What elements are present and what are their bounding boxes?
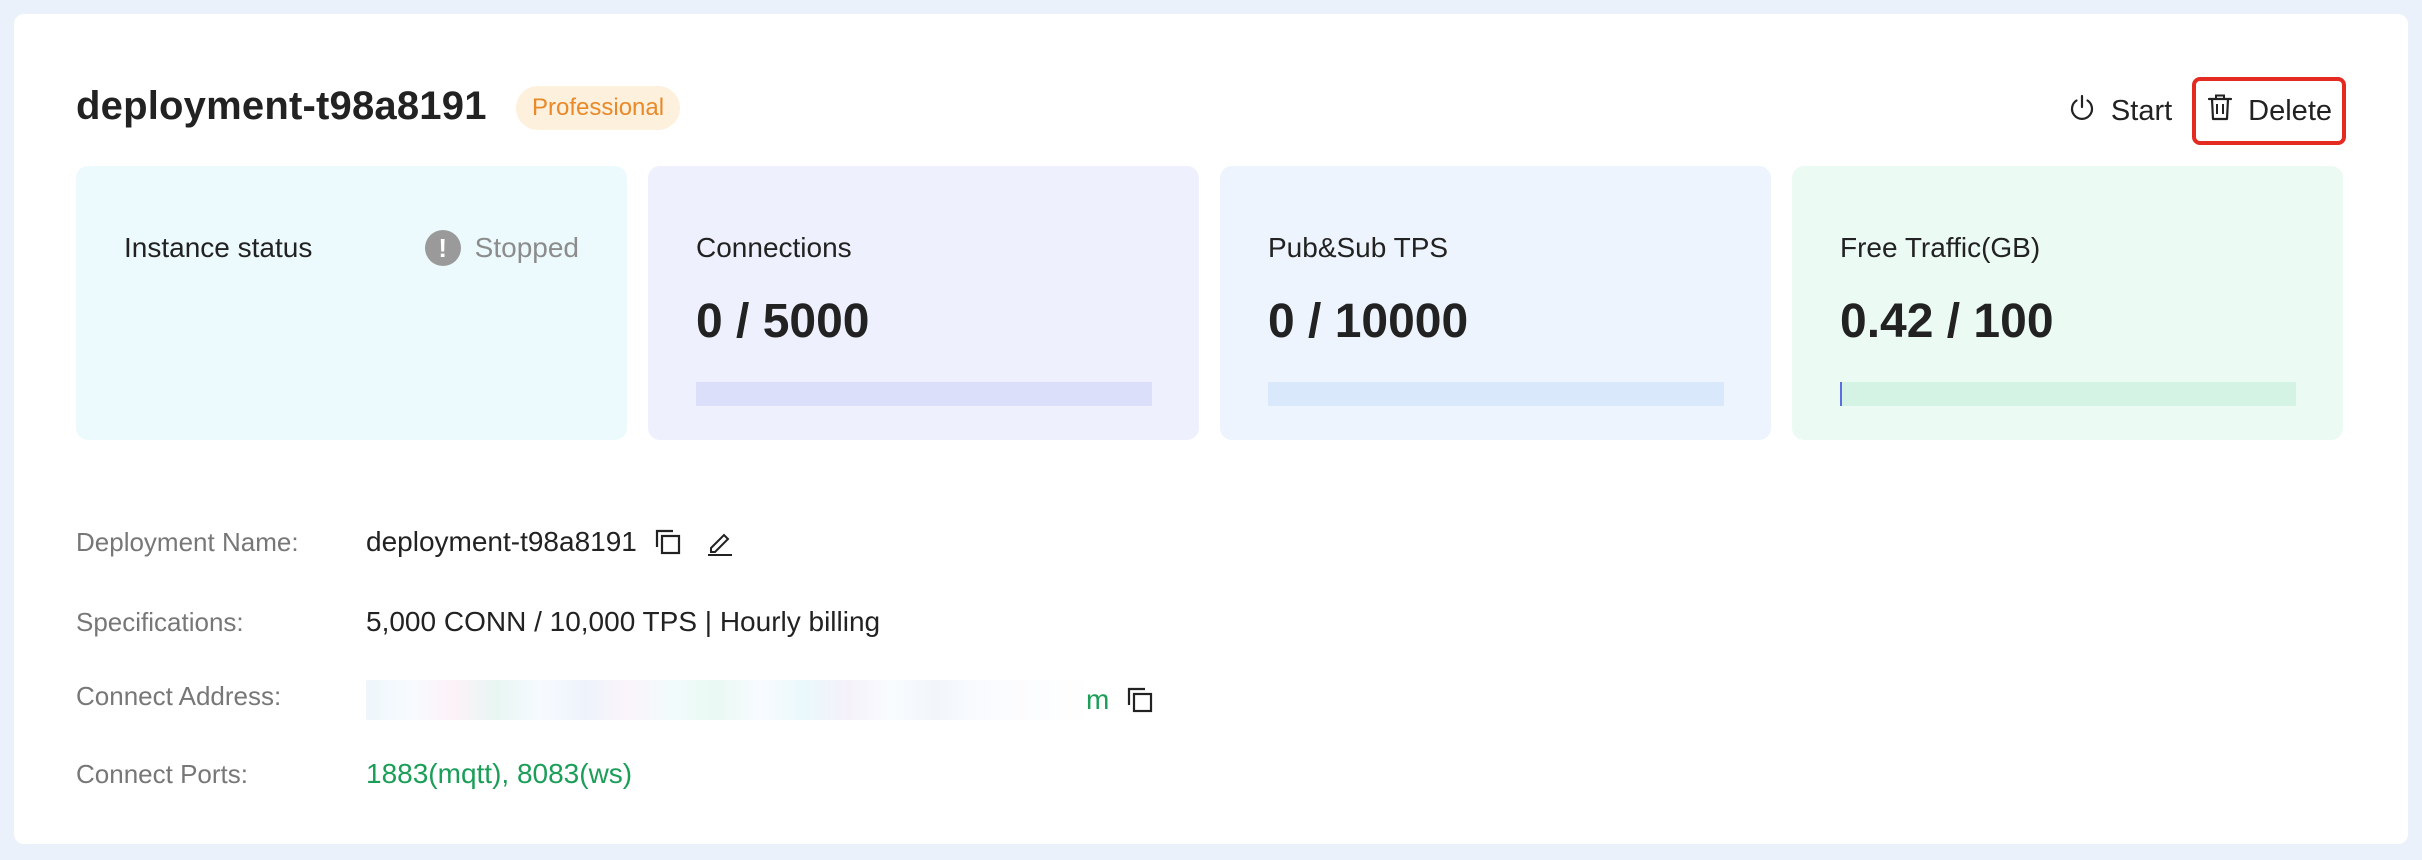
- metrics-cards: Instance status ! Stopped Connections 0 …: [76, 166, 2344, 454]
- specifications-value: 5,000 CONN / 10,000 TPS | Hourly billing: [366, 606, 881, 637]
- tps-label: Pub&Sub TPS: [1268, 232, 1449, 263]
- deployment-header: deployment-t98a8191 Professional Start D…: [76, 76, 2346, 146]
- traffic-progress-fill: [1840, 382, 1842, 406]
- status-indicator: ! Stopped: [424, 230, 579, 266]
- traffic-value: 0.42 / 100: [1840, 295, 2054, 348]
- power-icon: [2067, 92, 2111, 130]
- connect-ports-value: 1883(mqtt), 8083(ws): [366, 758, 633, 789]
- tps-value: 0 / 10000: [1268, 295, 1469, 348]
- connections-card: Connections 0 / 5000: [648, 166, 1199, 440]
- status-value: Stopped: [474, 232, 579, 263]
- delete-label: Delete: [2248, 94, 2332, 127]
- copy-icon[interactable]: [653, 527, 683, 557]
- connections-value: 0 / 5000: [696, 295, 870, 348]
- tps-progress-bar: [1268, 382, 1724, 406]
- start-label: Start: [2110, 94, 2173, 127]
- redacted-address: [366, 680, 1096, 720]
- edit-icon[interactable]: [705, 527, 735, 557]
- connect-address-label: Connect Address:: [76, 680, 282, 711]
- tps-card: Pub&Sub TPS 0 / 10000: [1220, 166, 1771, 440]
- connections-progress-bar: [696, 382, 1152, 406]
- deployment-name-value-group: deployment-t98a8191: [366, 526, 735, 558]
- connect-address-value[interactable]: m: [1086, 684, 1109, 716]
- deployment-panel: deployment-t98a8191 Professional Start D…: [14, 14, 2408, 844]
- delete-button[interactable]: Delete: [2192, 77, 2346, 145]
- connect-ports-label: Connect Ports:: [76, 758, 248, 789]
- traffic-label: Free Traffic(GB): [1840, 232, 2041, 263]
- connect-address-value-group: m: [366, 680, 1155, 720]
- header-actions: Start Delete: [2061, 76, 2346, 146]
- exclamation-icon: !: [424, 230, 461, 266]
- trash-icon: [2206, 92, 2248, 130]
- specifications-label: Specifications:: [76, 606, 244, 637]
- deployment-title: deployment-t98a8191: [76, 84, 487, 128]
- instance-status-label: Instance status: [124, 232, 313, 263]
- traffic-card: Free Traffic(GB) 0.42 / 100: [1792, 166, 2343, 440]
- traffic-progress-bar: [1840, 382, 2296, 406]
- deployment-name-value: deployment-t98a8191: [366, 526, 637, 557]
- instance-status-card: Instance status ! Stopped: [76, 166, 627, 440]
- start-button[interactable]: Start: [2061, 92, 2178, 130]
- plan-badge: Professional: [516, 86, 681, 130]
- copy-address-icon[interactable]: [1125, 685, 1155, 715]
- deployment-name-label: Deployment Name:: [76, 526, 299, 557]
- connections-label: Connections: [696, 232, 852, 263]
